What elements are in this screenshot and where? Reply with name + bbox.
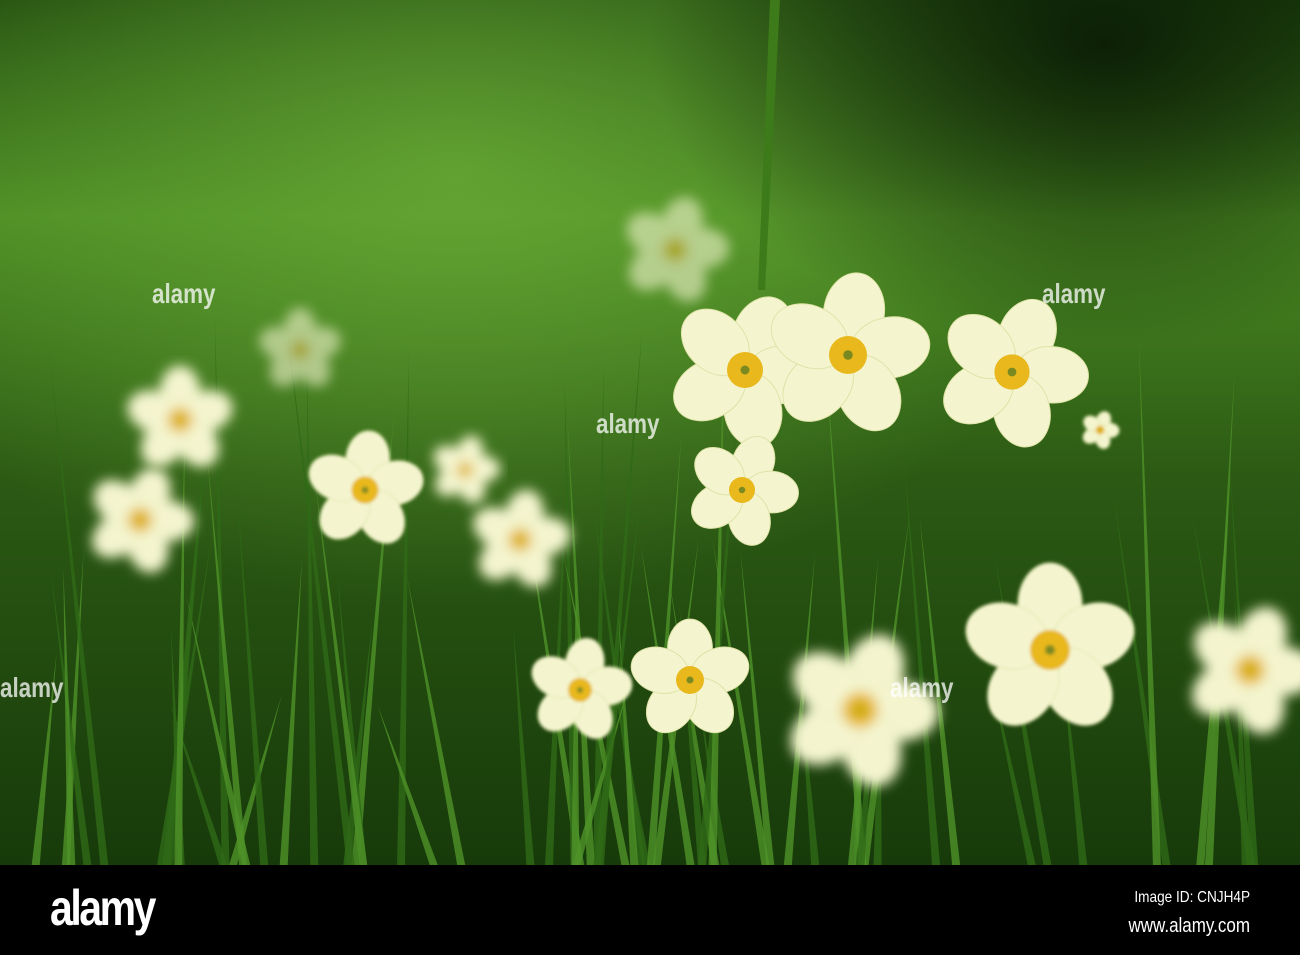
watermark-text: alamy [152,278,216,309]
watermark-text: alamy [890,672,954,703]
website-link[interactable]: www.alamy.com [1128,915,1250,938]
watermark-text: alamy [1042,278,1106,309]
watermark-text: alamy [0,672,64,703]
footer-bar: alamy Image ID: CNJH4P www.alamy.com [0,865,1300,955]
stock-photo-page: alamy alamy alamy alamy alamy alamy Imag… [0,0,1300,955]
watermark-text: alamy [596,408,660,439]
alamy-logo: alamy [50,880,156,936]
image-id: Image ID: CNJH4P [1134,889,1250,906]
